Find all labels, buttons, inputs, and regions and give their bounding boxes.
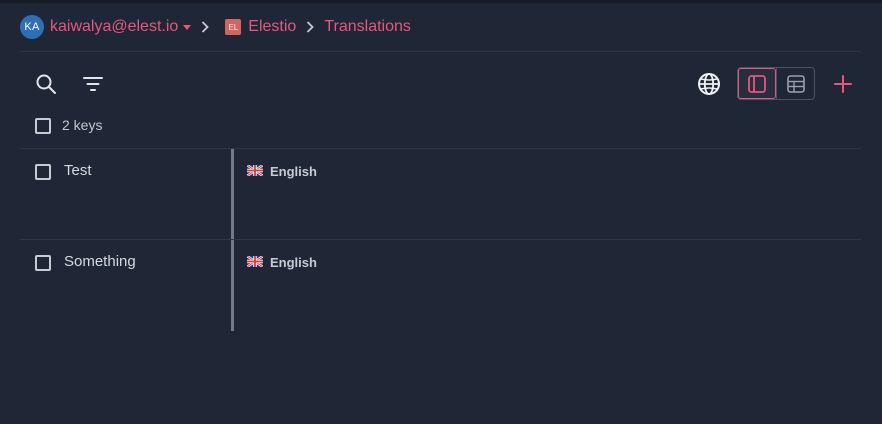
translation-language[interactable]: English [246, 164, 317, 179]
row-separator [231, 149, 234, 240]
key-name[interactable]: Test [64, 162, 92, 179]
breadcrumb: KA kaiwalya@elest.io EL Elestio Translat… [20, 15, 411, 39]
uk-flag-icon [246, 255, 264, 270]
header-divider [20, 51, 861, 52]
window-top-border [0, 0, 882, 3]
breadcrumb-user[interactable]: kaiwalya@elest.io [50, 18, 178, 36]
keys-count: 2 keys [62, 117, 103, 133]
search-icon[interactable] [34, 72, 58, 96]
chevron-right-icon [296, 21, 324, 33]
breadcrumb-project[interactable]: Translations [324, 18, 411, 36]
org-badge: EL [225, 19, 242, 35]
select-all-checkbox[interactable] [35, 118, 51, 134]
row-separator [231, 240, 234, 331]
uk-flag-icon [246, 164, 264, 179]
caret-down-icon[interactable] [183, 24, 192, 30]
key-name[interactable]: Something [64, 253, 136, 270]
view-toggle [737, 67, 815, 100]
language-label: English [270, 255, 317, 270]
list-item[interactable]: Test English [20, 149, 861, 240]
language-label: English [270, 164, 317, 179]
list-view-icon[interactable] [738, 68, 776, 99]
filter-icon[interactable] [81, 72, 105, 96]
row-checkbox[interactable] [35, 255, 51, 271]
list-item[interactable]: Something English [20, 240, 861, 331]
translation-language[interactable]: English [246, 255, 317, 270]
plus-icon[interactable] [831, 72, 855, 96]
breadcrumb-organization[interactable]: Elestio [248, 18, 296, 36]
avatar[interactable]: KA [20, 15, 44, 39]
chevron-right-icon [191, 21, 219, 33]
globe-icon[interactable] [697, 72, 721, 96]
table-view-icon[interactable] [776, 68, 814, 99]
row-checkbox[interactable] [35, 164, 51, 180]
